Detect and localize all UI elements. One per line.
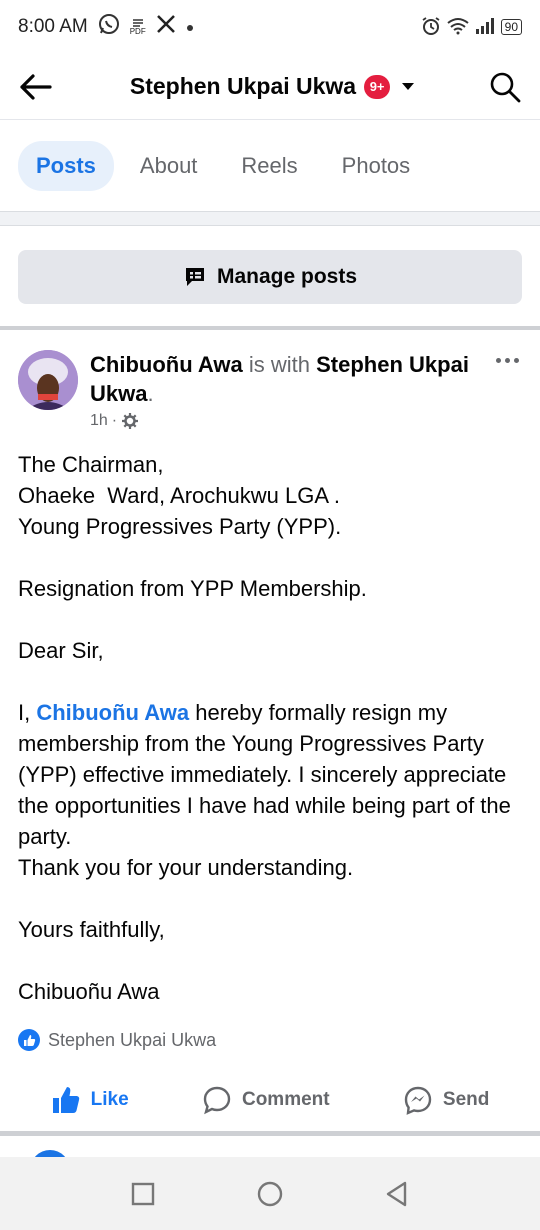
app-header: Stephen Ukpai Ukwa 9+ [0, 54, 540, 120]
messenger-icon [404, 1086, 432, 1115]
section-divider [0, 212, 540, 226]
back-button[interactable] [0, 54, 70, 120]
profile-tabs: Posts About Reels Photos [0, 120, 540, 212]
system-nav-bar [0, 1157, 540, 1230]
period-text: . [147, 381, 154, 406]
post-line: Chibuoñu Awa [18, 979, 160, 1004]
more-dot-icon [504, 357, 510, 363]
search-icon [490, 72, 521, 102]
post-author-line: Chibuoñu Awa is with Stephen Ukpai Ukwa. [90, 350, 470, 408]
post-body: The Chairman, Ohaeke Ward, Arochukwu LGA… [18, 449, 528, 1007]
wifi-icon [447, 17, 469, 38]
pdf-icon: PDF [130, 18, 146, 36]
post-line: Yours faithfully, [18, 917, 165, 942]
with-text: is with [242, 352, 317, 377]
tab-posts[interactable]: Posts [18, 140, 114, 191]
comment-button[interactable]: Comment [202, 1085, 330, 1115]
para-prefix: I, [18, 700, 37, 725]
caret-down-icon [402, 83, 415, 90]
like-button[interactable]: Like [51, 1085, 129, 1115]
whatsapp-icon [98, 13, 120, 41]
author-mention[interactable]: Chibuoñu Awa [36, 700, 189, 725]
recents-icon[interactable] [130, 1181, 156, 1207]
post-line: Thank you for your understanding. [18, 855, 354, 880]
post-actions: Like Comment Send [0, 1072, 540, 1128]
section-divider [0, 326, 540, 330]
post-line: The Chairman, [18, 452, 164, 477]
page-title: Stephen Ukpai Ukwa [129, 73, 357, 99]
signal-icon [475, 17, 495, 38]
pdf-label: PDF [129, 27, 146, 36]
arrow-left-icon [20, 73, 52, 100]
more-dot-icon [495, 357, 501, 363]
reactions-summary[interactable]: Stephen Ukpai Ukwa [18, 1029, 216, 1051]
home-icon[interactable] [256, 1180, 284, 1208]
like-label: Like [90, 1089, 129, 1110]
comment-icon [203, 1086, 231, 1115]
send-button[interactable]: Send [403, 1085, 489, 1115]
battery-icon: 90 [500, 19, 522, 35]
profile-switcher[interactable]: Stephen Ukpai Ukwa 9+ [70, 73, 470, 100]
comment-label: Comment [241, 1089, 330, 1110]
more-dot-icon [513, 357, 519, 363]
post-line: Young Progressives Party (YPP). [18, 514, 342, 539]
post-header: Chibuoñu Awa is with Stephen Ukpai Ukwa.… [18, 348, 522, 438]
tab-reels[interactable]: Reels [223, 141, 315, 191]
gear-icon [122, 413, 139, 429]
meta-separator: · [111, 412, 118, 429]
post-meta: 1h · [90, 412, 139, 430]
tab-about[interactable]: About [122, 141, 216, 191]
avatar[interactable] [18, 350, 78, 410]
alarm-icon [421, 16, 441, 39]
post-line: Ohaeke Ward, Arochukwu LGA . [18, 483, 341, 508]
like-reaction-icon [18, 1029, 40, 1051]
post-time[interactable]: 1h [90, 412, 108, 430]
more-options-button[interactable] [492, 348, 522, 372]
thumbs-up-icon [52, 1087, 79, 1113]
back-nav-icon[interactable] [384, 1180, 410, 1208]
manage-posts-button[interactable]: Manage posts [18, 250, 522, 304]
post-line: Resignation from YPP Membership. [18, 576, 367, 601]
notification-badge: 9+ [364, 74, 391, 99]
status-bar: 8:00 AM PDF 90 [0, 0, 540, 54]
tab-photos[interactable]: Photos [324, 141, 429, 191]
manage-posts-label: Manage posts [216, 265, 358, 288]
x-icon [156, 14, 176, 40]
send-label: Send [442, 1089, 490, 1110]
reaction-name: Stephen Ukpai Ukwa [48, 1029, 217, 1050]
dot-icon [186, 16, 194, 38]
post-line: Dear Sir, [18, 638, 104, 663]
post-paragraph: I, Chibuoñu Awa hereby formally resign m… [18, 697, 528, 852]
manage-posts-icon [185, 268, 204, 286]
search-button[interactable] [470, 54, 540, 120]
section-divider [0, 1131, 540, 1136]
author-name[interactable]: Chibuoñu Awa [90, 352, 243, 377]
status-time: 8:00 AM [18, 16, 88, 37]
